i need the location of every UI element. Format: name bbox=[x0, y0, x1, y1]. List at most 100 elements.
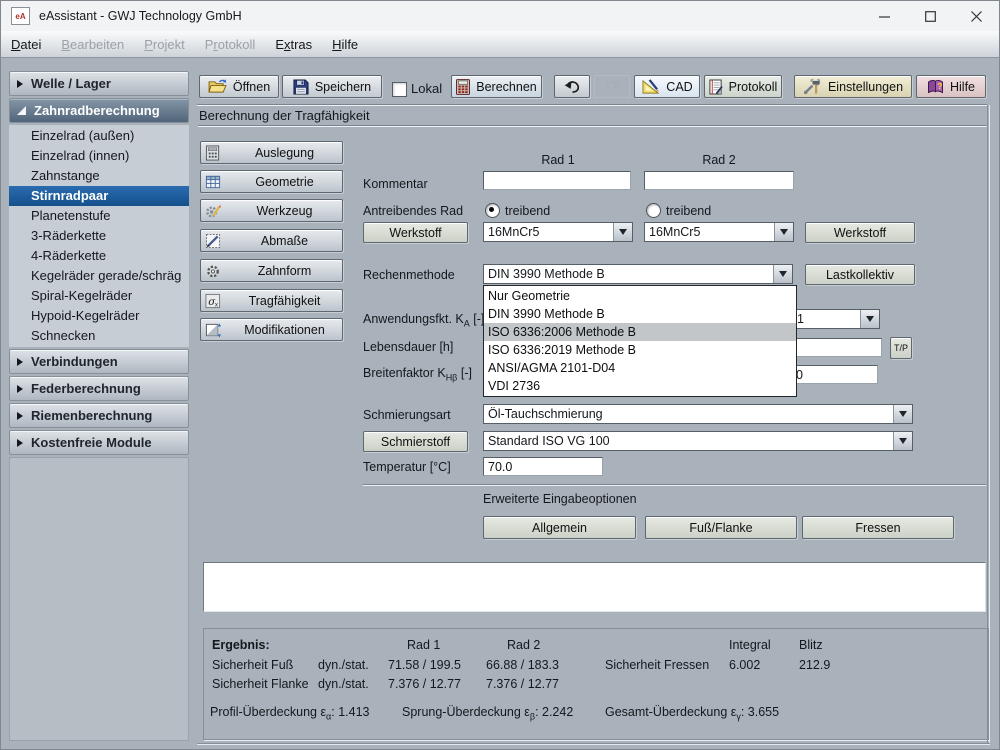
root-safety-mode: dyn./stat. bbox=[318, 658, 369, 672]
dropdown-option-vdi2736[interactable]: VDI 2736 bbox=[484, 377, 796, 395]
results-header-integral: Integral bbox=[729, 638, 771, 652]
dropdown-option-din3990[interactable]: DIN 3990 Methode B bbox=[484, 305, 796, 323]
calculation-method-label: Rechenmethode bbox=[363, 268, 455, 282]
dropdown-option-nur-geometrie[interactable]: Nur Geometrie bbox=[484, 287, 796, 305]
root-safety-rad2: 66.88 / 183.3 bbox=[486, 658, 559, 672]
chevron-down-icon[interactable] bbox=[773, 265, 792, 283]
material-select-rad2[interactable]: 16MnCr5 bbox=[644, 222, 794, 242]
sidebar-section-welle-lager[interactable]: Welle / Lager bbox=[9, 71, 189, 96]
svg-text:x: x bbox=[215, 301, 218, 308]
module-button-tragfaehigkeit[interactable]: σ x Tragfähigkeit bbox=[200, 289, 343, 312]
sidebar-item-planetenstufe[interactable]: Planetenstufe bbox=[9, 206, 189, 226]
material-select-rad1[interactable]: 16MnCr5 bbox=[483, 222, 633, 242]
module-button-modifikationen[interactable]: Modifikationen bbox=[200, 318, 343, 341]
calculator-icon bbox=[456, 78, 471, 95]
chevron-down-icon[interactable] bbox=[613, 223, 632, 241]
results-header-rad2: Rad 2 bbox=[507, 638, 541, 652]
sidebar-filler-panel bbox=[9, 457, 189, 741]
menu-item-extras[interactable]: Extras bbox=[265, 37, 322, 52]
load-spectrum-button[interactable]: Lastkollektiv bbox=[805, 264, 915, 285]
driving-radio-rad1[interactable] bbox=[485, 203, 500, 218]
temperature-input[interactable] bbox=[483, 457, 603, 476]
comment-input-rad2[interactable] bbox=[644, 171, 794, 190]
sidebar-item-stirnradpaar[interactable]: Stirnradpaar bbox=[9, 186, 189, 206]
lubrication-type-select[interactable]: Öl-Tauchschmierung bbox=[483, 404, 913, 424]
module-button-auslegung[interactable]: Auslegung bbox=[200, 141, 343, 164]
help-book-icon: ? bbox=[927, 79, 944, 94]
chevron-expanded-icon bbox=[17, 106, 26, 115]
menu-item-hilfe[interactable]: Hilfe bbox=[322, 37, 368, 52]
sidebar-item-4raederkette[interactable]: 4-Räderkette bbox=[9, 246, 189, 266]
dropdown-option-agma[interactable]: ANSI/AGMA 2101-D04 bbox=[484, 359, 796, 377]
extended-root-flank-button[interactable]: Fuß/Flanke bbox=[645, 516, 797, 539]
help-button[interactable]: ? Hilfe bbox=[916, 75, 986, 98]
chevron-down-icon[interactable] bbox=[860, 310, 879, 328]
notepad-icon bbox=[709, 79, 723, 95]
sidebar-section-riemenberechnung[interactable]: Riemenberechnung bbox=[9, 403, 189, 428]
protocol-button[interactable]: Protokoll bbox=[704, 75, 782, 98]
driving-radio-rad2-label: treibend bbox=[666, 204, 712, 218]
torque-power-button[interactable]: T/P bbox=[890, 337, 912, 359]
driving-gear-label: Antreibendes Rad bbox=[363, 204, 464, 218]
local-checkbox-label: Lokal bbox=[411, 81, 443, 96]
application-factor-label: Anwendungsfkt. KA [-] bbox=[363, 312, 485, 329]
sidebar-section-federberechnung[interactable]: Federberechnung bbox=[9, 376, 189, 401]
dropdown-option-iso2019[interactable]: ISO 6336:2019 Methode B bbox=[484, 341, 796, 359]
scuffing-safety-integral: 6.002 bbox=[729, 658, 761, 672]
sidebar-item-zahnstange[interactable]: Zahnstange bbox=[9, 166, 189, 186]
sidebar-section-zahnradberechnung[interactable]: Zahnradberechnung bbox=[9, 98, 189, 123]
sidebar-section-verbindungen[interactable]: Verbindungen bbox=[9, 349, 189, 374]
driving-radio-rad2[interactable] bbox=[646, 203, 661, 218]
message-box bbox=[203, 562, 986, 612]
sidebar-item-einzelrad-aussen[interactable]: Einzelrad (außen) bbox=[9, 126, 189, 146]
tools-icon bbox=[803, 78, 822, 95]
extended-scuffing-button[interactable]: Fressen bbox=[802, 516, 954, 539]
module-button-werkzeug[interactable]: Werkzeug bbox=[200, 199, 343, 222]
extended-general-button[interactable]: Allgemein bbox=[483, 516, 636, 539]
dropdown-option-iso2006[interactable]: ISO 6336:2006 Methode B bbox=[484, 323, 796, 341]
modification-arrows-icon bbox=[205, 322, 221, 338]
calculate-button[interactable]: Berechnen bbox=[451, 75, 542, 98]
close-button[interactable] bbox=[953, 1, 999, 31]
chevron-right-icon bbox=[17, 79, 23, 88]
save-button[interactable]: Speichern bbox=[282, 75, 382, 98]
menu-item-datei[interactable]: Datei bbox=[1, 37, 51, 52]
sidebar-item-schnecken[interactable]: Schnecken bbox=[9, 326, 189, 346]
calculation-method-select[interactable]: DIN 3990 Methode B bbox=[483, 264, 793, 284]
chevron-down-icon[interactable] bbox=[774, 223, 793, 241]
material-button-rad2[interactable]: Werkstoff bbox=[805, 222, 915, 243]
comment-input-rad1[interactable] bbox=[483, 171, 631, 190]
sidebar-item-hypoid-kegelraeder[interactable]: Hypoid-Kegelräder bbox=[9, 306, 189, 326]
lubricant-button[interactable]: Schmierstoff bbox=[363, 431, 468, 452]
sidebar-navigation: Welle / Lager Zahnradberechnung Einzelra… bbox=[9, 71, 189, 741]
redo-button bbox=[594, 75, 630, 98]
sidebar-section-items: Einzelrad (außen) Einzelrad (innen) Zahn… bbox=[9, 125, 189, 347]
sidebar-item-einzelrad-innen[interactable]: Einzelrad (innen) bbox=[9, 146, 189, 166]
sidebar-item-3raederkette[interactable]: 3-Räderkette bbox=[9, 226, 189, 246]
settings-button[interactable]: Einstellungen bbox=[794, 75, 912, 98]
comment-label: Kommentar bbox=[363, 177, 428, 191]
undo-button[interactable] bbox=[554, 75, 590, 98]
local-checkbox[interactable] bbox=[392, 82, 407, 97]
module-button-geometrie[interactable]: Geometrie bbox=[200, 170, 343, 193]
chevron-down-icon[interactable] bbox=[893, 405, 912, 423]
scuffing-safety-blitz: 212.9 bbox=[799, 658, 831, 672]
module-button-zahnform[interactable]: Zahnform bbox=[200, 259, 343, 282]
gear-pencil-icon bbox=[205, 203, 221, 219]
sidebar-section-kostenfreie-module[interactable]: Kostenfreie Module bbox=[9, 430, 189, 455]
cad-button[interactable]: CAD bbox=[634, 75, 700, 98]
minimize-button[interactable] bbox=[861, 1, 907, 31]
sidebar-item-spiral-kegelraeder[interactable]: Spiral-Kegelräder bbox=[9, 286, 189, 306]
menu-item-bearbeiten: Bearbeiten bbox=[61, 36, 125, 52]
sidebar-item-kegelraeder[interactable]: Kegelräder gerade/schräg bbox=[9, 266, 189, 286]
maximize-button[interactable] bbox=[907, 1, 953, 31]
module-button-abmasse[interactable]: Abmaße bbox=[200, 229, 343, 252]
open-button[interactable]: Öffnen bbox=[199, 75, 279, 98]
minimize-icon bbox=[878, 15, 890, 18]
chevron-down-icon[interactable] bbox=[893, 432, 912, 450]
lubricant-select[interactable]: Standard ISO VG 100 bbox=[483, 431, 913, 451]
material-button-rad1[interactable]: Werkstoff bbox=[363, 222, 468, 243]
flank-safety-mode: dyn./stat. bbox=[318, 677, 369, 691]
title-separator bbox=[198, 125, 987, 127]
page-title: Berechnung der Tragfähigkeit bbox=[199, 108, 370, 123]
